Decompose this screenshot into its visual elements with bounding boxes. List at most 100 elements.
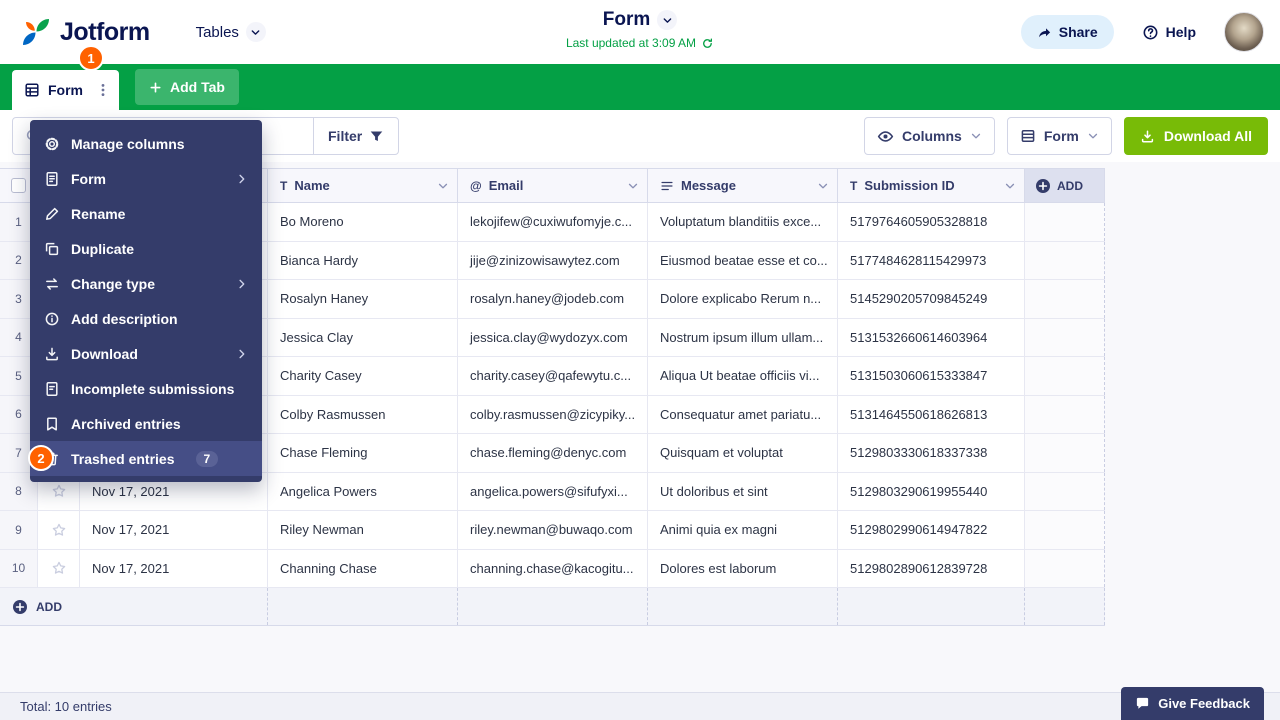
menu-item-incomplete-submissions[interactable]: Incomplete submissions (30, 371, 262, 406)
email-column-header[interactable]: @ Email (458, 168, 648, 203)
share-button[interactable]: Share (1021, 15, 1114, 49)
feedback-bubble-icon (1135, 696, 1150, 711)
tab-form[interactable]: Form 1 (12, 70, 119, 110)
submission-id-cell[interactable]: 5131503060615333847 (838, 357, 1025, 395)
eye-icon (877, 128, 894, 145)
funnel-icon (369, 129, 384, 144)
submission-id-cell[interactable]: 5131464550618626813 (838, 396, 1025, 434)
give-feedback-button[interactable]: Give Feedback (1121, 687, 1264, 720)
email-cell[interactable]: lekojifew@cuxiwufomyje.c... (458, 203, 648, 241)
message-cell[interactable]: Animi quia ex magni (648, 511, 838, 549)
message-cell[interactable]: Aliqua Ut beatae officiis vi... (648, 357, 838, 395)
filter-button[interactable]: Filter (313, 118, 398, 154)
submission-id-cell[interactable]: 5131532660614603964 (838, 319, 1025, 357)
sheet-title-block: Form Last updated at 3:09 AM (566, 9, 714, 50)
name-cell[interactable]: Angelica Powers (268, 473, 458, 511)
chevron-down-icon[interactable] (817, 180, 829, 192)
menu-item-archived-entries[interactable]: Archived entries (30, 406, 262, 441)
email-cell[interactable]: colby.rasmussen@zicypiky... (458, 396, 648, 434)
row-number-cell[interactable]: 9 (0, 511, 38, 549)
tab-options-dots-icon[interactable] (91, 76, 115, 104)
message-cell[interactable]: Consequatur amet pariatu... (648, 396, 838, 434)
name-cell[interactable]: Bianca Hardy (268, 242, 458, 280)
menu-item-download[interactable]: Download (30, 336, 262, 371)
name-cell[interactable]: Chase Fleming (268, 434, 458, 472)
message-cell[interactable]: Dolore explicabo Rerum n... (648, 280, 838, 318)
message-cell[interactable]: Voluptatum blanditiis exce... (648, 203, 838, 241)
menu-item-trashed-entries[interactable]: Trashed entries7 (30, 441, 262, 476)
menu-item-change-type[interactable]: Change type (30, 266, 262, 301)
name-cell[interactable]: Colby Rasmussen (268, 396, 458, 434)
add-column-header[interactable]: ADD (1025, 168, 1105, 203)
email-cell[interactable]: channing.chase@kacogitu... (458, 550, 648, 588)
name-column-header[interactable]: T Name (268, 168, 458, 203)
help-label: Help (1166, 24, 1196, 40)
chevron-down-icon[interactable] (627, 180, 639, 192)
add-tab-button[interactable]: Add Tab (135, 69, 239, 105)
menu-item-rename[interactable]: Rename (30, 196, 262, 231)
duplicate-icon (44, 241, 60, 257)
star-icon[interactable] (51, 522, 67, 538)
star-icon[interactable] (51, 560, 67, 576)
star-cell[interactable] (38, 550, 80, 588)
add-column-cell (1025, 357, 1105, 395)
title-chevron-down-icon[interactable] (657, 10, 677, 30)
star-icon[interactable] (51, 483, 67, 499)
chevron-right-icon (236, 278, 248, 290)
date-cell[interactable]: Nov 17, 2021 (80, 550, 268, 588)
select-all-checkbox[interactable] (11, 178, 26, 193)
message-cell[interactable]: Quisquam et voluptat (648, 434, 838, 472)
add-row: ADD (0, 588, 1105, 626)
menu-item-manage-columns[interactable]: Manage columns (30, 126, 262, 161)
menu-item-add-description[interactable]: Add description (30, 301, 262, 336)
add-row-button[interactable]: ADD (0, 588, 268, 625)
date-cell[interactable]: Nov 17, 2021 (80, 511, 268, 549)
name-cell[interactable]: Charity Casey (268, 357, 458, 395)
name-cell[interactable]: Jessica Clay (268, 319, 458, 357)
total-entries-label: Total: 10 entries (20, 699, 112, 714)
email-cell[interactable]: jije@zinizowisawytez.com (458, 242, 648, 280)
submission-id-cell[interactable]: 5145290205709845249 (838, 280, 1025, 318)
help-button[interactable]: Help (1126, 15, 1212, 49)
submission-id-column-header[interactable]: T Submission ID (838, 168, 1025, 203)
message-cell[interactable]: Nostrum ipsum illum ullam... (648, 319, 838, 357)
menu-item-form[interactable]: Form (30, 161, 262, 196)
add-column-cell (1025, 280, 1105, 318)
tables-dropdown[interactable]: Tables (196, 22, 266, 42)
name-cell[interactable]: Bo Moreno (268, 203, 458, 241)
user-avatar[interactable] (1224, 12, 1264, 52)
row-number-cell[interactable]: 10 (0, 550, 38, 588)
name-cell[interactable]: Riley Newman (268, 511, 458, 549)
email-cell[interactable]: riley.newman@buwaqo.com (458, 511, 648, 549)
view-form-button[interactable]: Form (1007, 117, 1112, 155)
message-cell[interactable]: Ut doloribus et sint (648, 473, 838, 511)
chevron-down-icon[interactable] (437, 180, 449, 192)
submission-id-cell[interactable]: 5177484628115429973 (838, 242, 1025, 280)
pencil-icon (44, 206, 60, 222)
message-cell[interactable]: Dolores est laborum (648, 550, 838, 588)
submission-id-cell[interactable]: 5179764605905328818 (838, 203, 1025, 241)
message-cell[interactable]: Eiusmod beatae esse et co... (648, 242, 838, 280)
columns-button[interactable]: Columns (864, 117, 995, 155)
form-view-icon (1020, 128, 1036, 144)
email-cell[interactable]: angelica.powers@sifufyxi... (458, 473, 648, 511)
table-row: 9 Nov 17, 2021Riley Newmanriley.newman@bu… (0, 511, 1105, 550)
message-column-header[interactable]: Message (648, 168, 838, 203)
name-cell[interactable]: Rosalyn Haney (268, 280, 458, 318)
email-cell[interactable]: chase.fleming@denyc.com (458, 434, 648, 472)
email-cell[interactable]: charity.casey@qafewytu.c... (458, 357, 648, 395)
star-cell[interactable] (38, 511, 80, 549)
submission-id-cell[interactable]: 5129802890612839728 (838, 550, 1025, 588)
refresh-icon[interactable] (701, 37, 714, 50)
jotform-logo[interactable]: Jotform (20, 16, 150, 48)
menu-item-duplicate[interactable]: Duplicate (30, 231, 262, 266)
submission-id-cell[interactable]: 5129803330618337338 (838, 434, 1025, 472)
email-cell[interactable]: rosalyn.haney@jodeb.com (458, 280, 648, 318)
email-cell[interactable]: jessica.clay@wydozyx.com (458, 319, 648, 357)
submission-id-cell[interactable]: 5129803290619955440 (838, 473, 1025, 511)
download-all-button[interactable]: Download All (1124, 117, 1268, 155)
sheet-title: Form (603, 9, 651, 31)
submission-id-cell[interactable]: 5129802990614947822 (838, 511, 1025, 549)
chevron-down-icon[interactable] (1004, 180, 1016, 192)
name-cell[interactable]: Channing Chase (268, 550, 458, 588)
